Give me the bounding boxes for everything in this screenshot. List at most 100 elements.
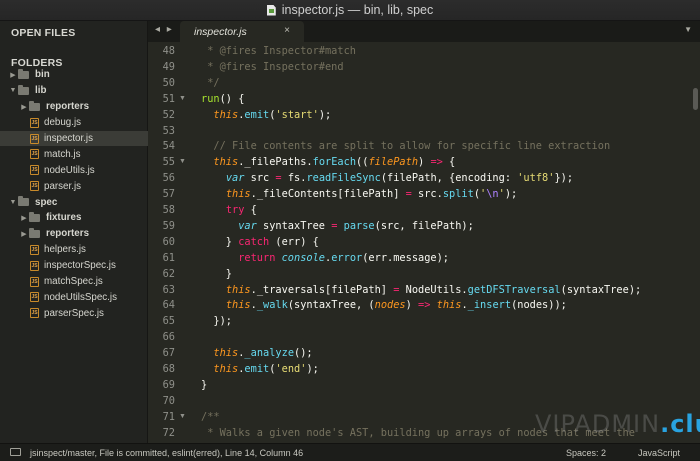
tree-item-label: match.js (44, 148, 81, 160)
code-line[interactable]: this.emit('start'); (201, 109, 331, 121)
file-item[interactable]: JS inspectorSpec.js (0, 258, 148, 274)
line-number: 66 (162, 331, 175, 344)
line-number-gutter: 48 49 50 51 ▼ 52 53 54 55 ▼ 56 57 58 59 60 61 62 63 64 65 66… (148, 42, 198, 443)
code-token: 'start' (275, 108, 319, 121)
chevron-down-icon[interactable]: ▼ (8, 87, 18, 94)
fold-arrow-icon[interactable]: ▼ (179, 413, 186, 420)
code-line[interactable]: */ (201, 76, 220, 89)
code-line[interactable]: try { (201, 204, 257, 216)
tree-item-label: nodeUtils.js (44, 164, 95, 176)
code-line[interactable]: this._fileContents[filePath] = src.split… (201, 188, 517, 200)
line-number: 71 (162, 410, 175, 423)
code-line[interactable]: /** (201, 411, 220, 423)
folder-item[interactable]: ▼ lib (0, 83, 148, 99)
line-number: 62 (162, 267, 175, 280)
code-token: catch (238, 235, 270, 248)
code-token: _analyze (244, 347, 295, 360)
js-file-icon: JS (30, 292, 39, 303)
folder-item[interactable]: ▶ fixtures (0, 210, 148, 226)
tree-item-label: parserSpec.js (44, 307, 104, 319)
folder-item[interactable]: ▶ bin (0, 67, 148, 83)
tab-inspector-js[interactable]: inspector.js × (180, 21, 304, 42)
fold-arrow-icon[interactable]: ▼ (179, 158, 186, 165)
code-line[interactable]: run() { (201, 93, 244, 105)
code-line[interactable]: this._analyze(); (201, 347, 312, 360)
code-line[interactable]: * @fires Inspector#match (201, 45, 356, 57)
tree-item-label: matchSpec.js (44, 276, 103, 288)
code-token: parse (343, 219, 375, 232)
file-item[interactable]: JS matchSpec.js (0, 274, 148, 290)
code-line[interactable]: }); (201, 315, 232, 327)
panel-toggle-icon[interactable] (10, 448, 21, 456)
code-line[interactable]: var syntaxTree = parse(src, filePath); (201, 220, 474, 232)
code-token: forEach (312, 156, 357, 169)
code-line[interactable]: } catch (err) { (201, 236, 319, 248)
code-token: } (201, 235, 239, 248)
code-token: run (201, 92, 220, 105)
scrollbar-thumb[interactable] (693, 88, 698, 110)
folder-item[interactable]: ▶ reporters (0, 99, 148, 115)
code-token: filePath (368, 156, 419, 169)
chevron-right-icon[interactable]: ▶ (19, 230, 29, 238)
tree-item-label: spec (35, 196, 58, 208)
file-item[interactable]: JS nodeUtilsSpec.js (0, 289, 148, 305)
chevron-down-icon[interactable]: ▼ (684, 25, 692, 34)
syntax-selector[interactable]: JavaScript (638, 448, 680, 458)
file-item[interactable]: JS inspector.js (0, 130, 148, 147)
code-token: split (442, 188, 474, 201)
tree-item-label: nodeUtilsSpec.js (44, 291, 117, 303)
file-item[interactable]: JS parserSpec.js (0, 305, 148, 321)
code-token: \n (486, 188, 499, 201)
file-item[interactable]: JS nodeUtils.js (0, 162, 148, 178)
line-number: 53 (162, 124, 175, 137)
code-line[interactable]: } (201, 379, 207, 391)
indentation-setting[interactable]: Spaces: 2 (566, 448, 606, 458)
document-icon (266, 4, 276, 16)
file-item[interactable]: JS debug.js (0, 115, 148, 131)
code-line[interactable]: var src = fs.readFileSync(filePath, {enc… (201, 172, 573, 184)
code-token: ); (504, 188, 518, 201)
code-token: ._traversals[filePath] (250, 283, 394, 296)
tree-item-label: reporters (46, 101, 90, 113)
js-file-icon: JS (30, 276, 39, 287)
code-token: this (213, 363, 239, 375)
tab-navigation-arrows-icon[interactable]: ◂ ▸ (155, 24, 174, 35)
chevron-right-icon[interactable]: ▶ (8, 71, 18, 79)
folder-icon (18, 68, 29, 79)
open-files-heading: OPEN FILES (11, 27, 76, 39)
code-token: 'utf8' (517, 172, 555, 185)
line-number: 64 (162, 299, 175, 312)
code-line[interactable]: this._filePaths.forEach((filePath) => { (201, 156, 455, 168)
code-line[interactable]: * @fires Inspector#end (201, 61, 343, 73)
code-line[interactable]: // File contents are split to allow for … (201, 140, 610, 152)
line-number: 60 (162, 235, 175, 248)
code-editor[interactable]: 48 49 50 51 ▼ 52 53 54 55 ▼ 56 57 58 59 60 61 62 63 64 65 66… (148, 42, 691, 443)
code-line[interactable]: this._traversals[filePath] = NodeUtils.g… (201, 284, 641, 296)
line-number: 51 (162, 92, 175, 105)
code-line[interactable]: this._walk(syntaxTree, (nodes) => this._… (201, 299, 567, 311)
chevron-down-icon[interactable]: ▼ (8, 199, 18, 206)
code-line[interactable]: return console.error(err.message); (201, 252, 449, 264)
code-token: this (213, 108, 239, 121)
fold-arrow-icon[interactable]: ▼ (179, 95, 186, 102)
tree-item-label: helpers.js (44, 244, 86, 256)
code-token: getDFSTraversal (467, 283, 561, 296)
close-icon[interactable]: × (284, 25, 290, 36)
folder-item[interactable]: ▶ reporters (0, 226, 148, 242)
file-item[interactable]: JS helpers.js (0, 242, 148, 258)
watermark-accent: .club (660, 410, 700, 438)
line-number: 55 (162, 156, 175, 169)
code-token: { (442, 156, 456, 169)
code-token: emit (244, 363, 270, 375)
folder-item[interactable]: ▼ spec (0, 194, 148, 210)
code-token: */ (201, 76, 220, 89)
editor-scrollbar[interactable] (691, 42, 700, 443)
code-line[interactable]: } (201, 268, 232, 280)
file-item[interactable]: JS match.js (0, 146, 148, 162)
chevron-right-icon[interactable]: ▶ (19, 103, 29, 111)
code-line[interactable]: this.emit('end'); (201, 363, 318, 375)
chevron-right-icon[interactable]: ▶ (19, 214, 29, 222)
file-item[interactable]: JS parser.js (0, 178, 148, 194)
